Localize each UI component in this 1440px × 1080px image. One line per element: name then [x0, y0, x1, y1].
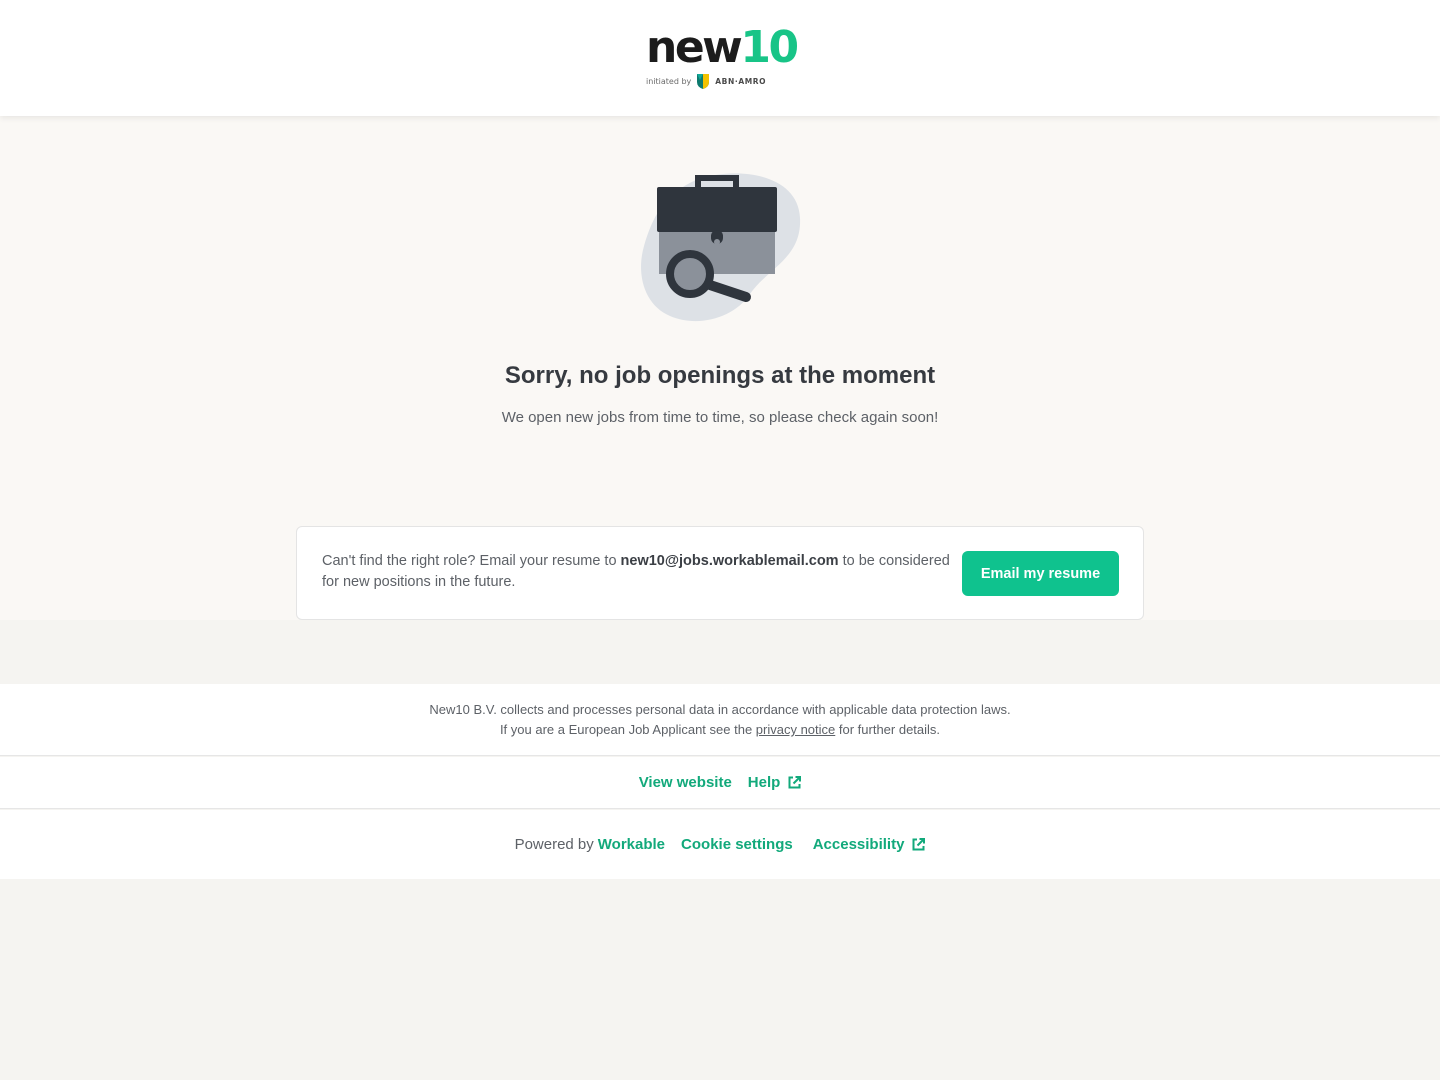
page-subtitle: We open new jobs from time to time, so p… [501, 409, 939, 426]
cookie-settings-link[interactable]: Cookie settings [681, 836, 793, 853]
briefcase-search-icon [641, 173, 801, 322]
resume-card-text: Can't find the right role? Email your re… [322, 551, 952, 593]
help-link[interactable]: Help [748, 774, 802, 791]
external-link-icon [788, 776, 802, 789]
logo-wordmark: new10 [646, 22, 799, 73]
logo-accent: 10 [740, 22, 799, 73]
view-website-link[interactable]: View website [639, 774, 732, 791]
page-title: Sorry, no job openings at the moment [504, 362, 936, 389]
help-label: Help [747, 774, 781, 791]
privacy-text-after: for further details. [835, 722, 941, 737]
logo-subline: initiated by ABN·AMRO [646, 73, 766, 89]
footer-links: View website Help [0, 757, 1440, 809]
privacy-text-before: If you are a European Job Applicant see … [499, 722, 756, 737]
logo-main: new [646, 22, 743, 73]
site-header: new10 initiated by ABN·AMRO [0, 0, 1440, 116]
resume-email: new10@jobs.workablemail.com [620, 553, 839, 569]
workable-link[interactable]: Workable [598, 836, 665, 853]
resume-card: Can't find the right role? Email your re… [296, 526, 1144, 620]
privacy-line-1: New10 B.V. collects and processes person… [429, 702, 1011, 717]
powered-by-text: Powered by [514, 836, 594, 853]
view-website-label: View website [638, 774, 732, 791]
accessibility-label: Accessibility [812, 836, 905, 853]
privacy-notice: New10 B.V. collects and processes person… [0, 684, 1440, 756]
email-resume-button[interactable]: Email my resume [962, 551, 1119, 596]
logo-partner-text: ABN·AMRO [715, 76, 767, 86]
company-logo[interactable]: new10 initiated by ABN·AMRO [646, 22, 799, 92]
logo-initiated-text: initiated by [646, 76, 692, 86]
privacy-notice-link[interactable]: privacy notice [756, 722, 835, 737]
resume-text-before: Can't find the right role? Email your re… [322, 553, 621, 569]
accessibility-link[interactable]: Accessibility [813, 836, 926, 853]
privacy-line-2: If you are a European Job Applicant see … [0, 720, 1440, 740]
external-link-icon [912, 838, 926, 851]
abn-shield-icon [697, 73, 710, 89]
powered-by-bar: Powered by Workable Cookie settings Acce… [0, 810, 1440, 879]
